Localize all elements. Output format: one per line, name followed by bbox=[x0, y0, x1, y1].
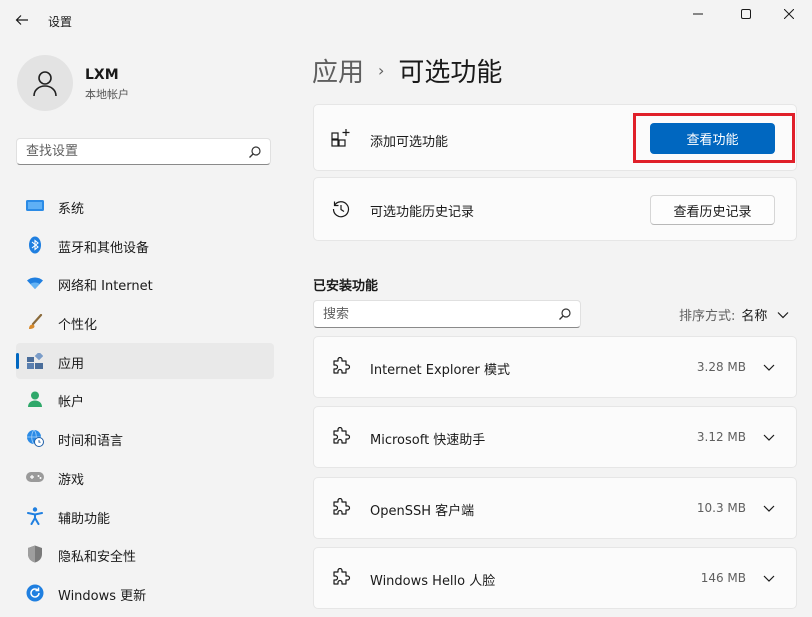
wifi-icon bbox=[26, 274, 44, 292]
sidebar-item-network[interactable]: 网络和 Internet bbox=[16, 265, 274, 301]
update-icon bbox=[26, 584, 44, 602]
installed-search[interactable] bbox=[313, 300, 581, 328]
breadcrumb-parent[interactable]: 应用 bbox=[312, 52, 364, 89]
display-icon bbox=[26, 197, 44, 215]
list-item[interactable]: OpenSSH 客户端 10.3 MB bbox=[313, 477, 797, 539]
chevron-down-icon bbox=[777, 311, 789, 318]
search-icon[interactable] bbox=[248, 145, 262, 159]
list-item[interactable]: Microsoft 快速助手 3.12 MB bbox=[313, 406, 797, 468]
history-icon bbox=[330, 198, 352, 220]
chevron-down-icon[interactable] bbox=[762, 571, 776, 585]
sidebar-item-bluetooth[interactable]: 蓝牙和其他设备 bbox=[16, 227, 274, 263]
sidebar-item-label: 辅助功能 bbox=[58, 511, 111, 527]
sidebar-item-privacy[interactable]: 隐私和安全性 bbox=[16, 536, 274, 572]
feature-size: 10.3 MB bbox=[696, 501, 746, 515]
close-button[interactable] bbox=[766, 0, 812, 28]
chevron-down-icon[interactable] bbox=[762, 360, 776, 374]
breadcrumb: 应用 › 可选功能 bbox=[312, 52, 502, 89]
list-item[interactable]: Internet Explorer 模式 3.28 MB bbox=[313, 336, 797, 398]
account-type: 本地帐户 bbox=[85, 88, 129, 101]
title-bar: 设置 bbox=[0, 0, 812, 40]
installed-search-input[interactable] bbox=[314, 301, 514, 327]
maximize-button[interactable] bbox=[723, 0, 769, 28]
chevron-down-icon[interactable] bbox=[762, 430, 776, 444]
accessibility-icon bbox=[26, 506, 44, 525]
brush-icon bbox=[26, 313, 44, 331]
feature-name: OpenSSH 客户端 bbox=[370, 504, 475, 519]
sidebar-item-label: 游戏 bbox=[58, 472, 85, 488]
sidebar-item-label: 时间和语言 bbox=[58, 434, 124, 450]
feature-name: Windows Hello 人脸 bbox=[370, 574, 496, 589]
avatar bbox=[17, 55, 73, 111]
minimize-icon bbox=[693, 13, 703, 15]
sidebar-item-gaming[interactable]: 游戏 bbox=[16, 459, 274, 495]
puzzle-icon bbox=[330, 426, 352, 448]
sidebar-item-personalization[interactable]: 个性化 bbox=[16, 304, 274, 340]
arrow-left-icon bbox=[15, 15, 28, 25]
sidebar-item-label: 隐私和安全性 bbox=[58, 550, 137, 566]
feature-history-label: 可选功能历史记录 bbox=[370, 205, 475, 220]
sort-value: 名称 bbox=[741, 309, 768, 324]
sidebar-item-label: 应用 bbox=[58, 356, 85, 372]
bluetooth-icon bbox=[26, 236, 44, 254]
feature-history-card: 可选功能历史记录 查看历史记录 bbox=[313, 177, 797, 241]
sidebar-item-label: 帐户 bbox=[58, 395, 85, 411]
feature-name: Internet Explorer 模式 bbox=[370, 363, 511, 378]
sidebar-item-label: 蓝牙和其他设备 bbox=[58, 240, 150, 256]
sidebar-item-label: 个性化 bbox=[58, 318, 98, 334]
gamepad-icon bbox=[26, 468, 44, 486]
add-feature-label: 添加可选功能 bbox=[370, 135, 449, 150]
user-name: LXM bbox=[85, 67, 119, 83]
sidebar-item-label: 系统 bbox=[58, 202, 85, 217]
search-icon[interactable] bbox=[558, 307, 572, 321]
puzzle-icon bbox=[330, 497, 352, 519]
puzzle-icon bbox=[330, 567, 352, 589]
sidebar-nav: 系统 蓝牙和其他设备 网络和 Internet 个性化 应用 帐户 时间和语言 … bbox=[16, 188, 274, 614]
minimize-button[interactable] bbox=[675, 0, 721, 28]
apps-icon bbox=[26, 352, 44, 370]
page-title: 可选功能 bbox=[398, 58, 503, 88]
feature-size: 146 MB bbox=[700, 571, 746, 585]
sidebar-item-system[interactable]: 系统 bbox=[16, 188, 274, 224]
sidebar-item-accessibility[interactable]: 辅助功能 bbox=[16, 498, 274, 534]
back-button[interactable] bbox=[10, 8, 34, 32]
sidebar-item-label: 网络和 Internet bbox=[58, 279, 153, 295]
installed-features-heading: 已安装功能 bbox=[313, 279, 379, 294]
sidebar-item-apps[interactable]: 应用 bbox=[16, 342, 274, 379]
sidebar-item-label: Windows 更新 bbox=[58, 588, 147, 604]
person-icon bbox=[33, 71, 57, 97]
settings-search[interactable] bbox=[16, 138, 271, 165]
person-icon bbox=[26, 390, 44, 408]
puzzle-icon bbox=[330, 356, 352, 378]
list-item[interactable]: Windows Hello 人脸 146 MB bbox=[313, 547, 797, 609]
feature-size: 3.12 MB bbox=[696, 430, 746, 444]
view-history-button[interactable]: 查看历史记录 bbox=[650, 195, 775, 225]
add-feature-card: 添加可选功能 查看功能 bbox=[313, 104, 797, 171]
feature-size: 3.28 MB bbox=[696, 360, 746, 374]
breadcrumb-separator: › bbox=[378, 61, 385, 80]
settings-search-input[interactable] bbox=[17, 139, 217, 164]
add-feature-icon bbox=[330, 127, 352, 149]
sidebar-item-windows-update[interactable]: Windows 更新 bbox=[16, 575, 274, 611]
view-features-button[interactable]: 查看功能 bbox=[650, 123, 775, 154]
sort-label: 排序方式: bbox=[679, 309, 736, 324]
window-title: 设置 bbox=[48, 15, 73, 29]
sidebar-item-time-language[interactable]: 时间和语言 bbox=[16, 420, 274, 456]
shield-icon bbox=[26, 545, 44, 563]
chevron-down-icon[interactable] bbox=[762, 501, 776, 515]
sort-dropdown[interactable]: 排序方式: 名称 bbox=[679, 305, 789, 324]
close-icon bbox=[784, 9, 794, 19]
sidebar-item-accounts[interactable]: 帐户 bbox=[16, 381, 274, 417]
globe-clock-icon bbox=[26, 429, 44, 448]
feature-name: Microsoft 快速助手 bbox=[370, 433, 486, 448]
maximize-icon bbox=[741, 9, 751, 19]
